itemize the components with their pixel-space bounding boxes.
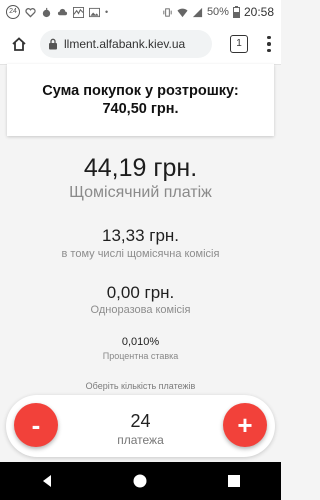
battery-percent: 50% (206, 6, 229, 18)
back-triangle-icon (42, 475, 51, 487)
monthly-fee-value: 13,33 грн. (101, 226, 180, 245)
image-icon (89, 7, 100, 17)
signal-icon (192, 7, 203, 17)
menu-dot-icon (267, 42, 271, 46)
status-bar: 24 • 50% 20:58 (0, 0, 281, 24)
home-icon (12, 37, 26, 51)
menu-dot-icon (267, 48, 271, 53)
one-time-fee-value: 0,00 грн. (106, 283, 175, 302)
home-button[interactable] (8, 33, 30, 55)
payments-stepper: - 24 платежа + (6, 395, 275, 457)
vibrate-icon (163, 7, 172, 17)
overflow-menu-button[interactable] (266, 35, 272, 53)
purchase-summary-card: Сума покупок у розтрошку: 740,50 грн. (7, 64, 274, 136)
tab-switcher-button[interactable]: 1 (230, 35, 248, 53)
apple-icon (42, 7, 51, 17)
wifi-icon (177, 8, 188, 17)
heart-icon (25, 7, 36, 18)
home-nav-button[interactable] (125, 466, 155, 496)
more-notifications-icon: • (105, 7, 109, 17)
battery-icon (232, 6, 240, 18)
monthly-fee-label: в тому числі щомісячна комісія (61, 248, 220, 260)
clock: 20:58 (243, 5, 274, 19)
interest-rate-value: 0,010% (121, 336, 160, 348)
recents-square-icon (228, 475, 241, 487)
increase-payments-button[interactable]: + (223, 403, 267, 447)
summary-amount: 740,50 грн. (102, 101, 179, 117)
address-bar[interactable]: llment.alfabank.kiev.ua (40, 30, 212, 58)
monthly-payment-label: Щомісячний платіж (69, 184, 212, 201)
home-circle-icon (133, 474, 147, 488)
system-navigation-bar (0, 462, 281, 500)
payments-hint: Оберіть кількість платежів (85, 381, 196, 391)
activity-icon (73, 6, 84, 18)
interest-rate-label: Процентна ставка (102, 351, 179, 361)
cloud-icon (57, 8, 68, 15)
lock-icon (49, 38, 57, 50)
url-text: llment.alfabank.kiev.ua (64, 37, 186, 51)
one-time-fee-label: Одноразова комісія (90, 304, 191, 316)
monthly-payment-value: 44,19 грн. (83, 154, 198, 182)
back-button[interactable] (32, 466, 62, 496)
notification-badge: 24 (6, 5, 20, 19)
summary-title: Сума покупок у розтрошку: (42, 83, 239, 99)
menu-dot-icon (267, 35, 271, 40)
browser-toolbar: llment.alfabank.kiev.ua 1 (0, 24, 281, 65)
recents-button[interactable] (219, 466, 249, 496)
